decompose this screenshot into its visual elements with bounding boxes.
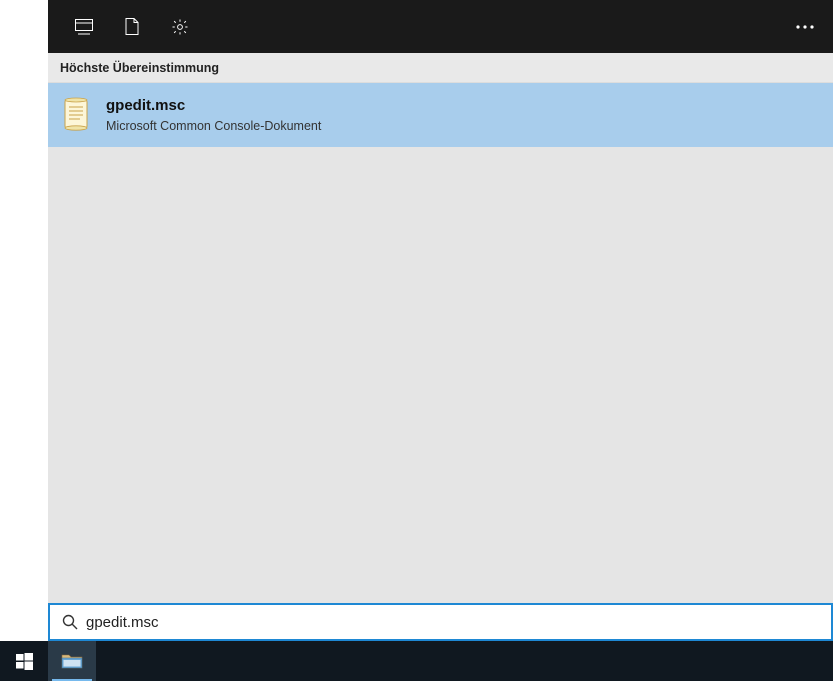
result-texts: gpedit.msc Microsoft Common Console-Doku…: [106, 96, 321, 134]
apps-icon[interactable]: [60, 0, 108, 53]
start-button[interactable]: [0, 641, 48, 681]
search-result-item[interactable]: gpedit.msc Microsoft Common Console-Doku…: [48, 83, 833, 147]
more-icon[interactable]: [785, 0, 825, 53]
taskbar: [0, 641, 833, 681]
panel-header: [48, 0, 833, 53]
search-box[interactable]: [48, 603, 833, 641]
search-panel: Höchste Übereinstimmung gpedit.msc Micro…: [48, 0, 833, 641]
document-scroll-icon: [56, 95, 96, 135]
search-input[interactable]: [84, 605, 831, 639]
settings-icon[interactable]: [156, 0, 204, 53]
window: Höchste Übereinstimmung gpedit.msc Micro…: [0, 0, 833, 681]
file-explorer-button[interactable]: [48, 641, 96, 681]
document-icon[interactable]: [108, 0, 156, 53]
results-area: [48, 147, 833, 603]
result-subtitle: Microsoft Common Console-Dokument: [106, 118, 321, 134]
result-title: gpedit.msc: [106, 96, 321, 116]
left-margin: [0, 0, 48, 641]
section-label: Höchste Übereinstimmung: [48, 53, 833, 83]
search-icon: [56, 614, 84, 630]
